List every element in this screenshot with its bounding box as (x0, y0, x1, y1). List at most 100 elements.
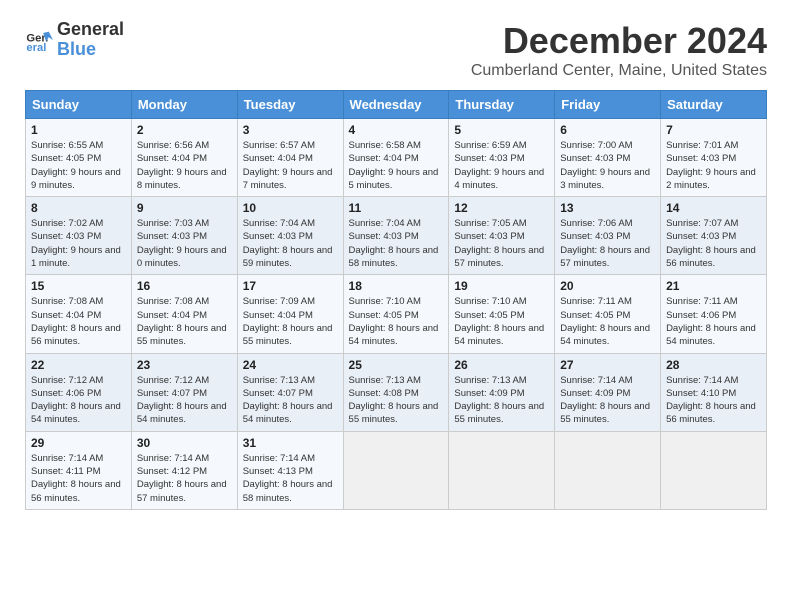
day-info: Sunrise: 7:05 AM Sunset: 4:03 PM Dayligh… (454, 217, 549, 270)
day-number: 23 (137, 358, 232, 372)
calendar-cell: 26 Sunrise: 7:13 AM Sunset: 4:09 PM Dayli… (449, 353, 555, 431)
calendar-cell: 5Sunrise: 6:59 AM Sunset: 4:03 PM Daylig… (449, 119, 555, 197)
calendar-cell: 16 Sunrise: 7:08 AM Sunset: 4:04 PM Dayli… (131, 275, 237, 353)
header-day-friday: Friday (555, 91, 661, 119)
calendar-cell: 6Sunrise: 7:00 AM Sunset: 4:03 PM Daylig… (555, 119, 661, 197)
svg-text:eral: eral (26, 42, 46, 54)
calendar-cell (449, 431, 555, 509)
week-row-2: 8 Sunrise: 7:02 AM Sunset: 4:03 PM Daylig… (26, 197, 767, 275)
week-row-3: 15Sunrise: 7:08 AM Sunset: 4:04 PM Dayli… (26, 275, 767, 353)
header-day-wednesday: Wednesday (343, 91, 449, 119)
day-info: Sunrise: 7:10 AM Sunset: 4:05 PM Dayligh… (349, 295, 444, 348)
calendar-cell (343, 431, 449, 509)
day-info: Sunrise: 7:07 AM Sunset: 4:03 PM Dayligh… (666, 217, 761, 270)
day-info: Sunrise: 7:13 AM Sunset: 4:07 PM Dayligh… (243, 374, 338, 427)
header-day-sunday: Sunday (26, 91, 132, 119)
day-number: 1 (31, 123, 126, 137)
title-section: December 2024 Cumberland Center, Maine, … (471, 20, 767, 80)
day-info: Sunrise: 7:14 AM Sunset: 4:10 PM Dayligh… (666, 374, 761, 427)
day-info: Sunrise: 7:08 AM Sunset: 4:04 PM Dayligh… (137, 295, 232, 348)
calendar-cell (661, 431, 767, 509)
day-info: Sunrise: 7:14 AM Sunset: 4:12 PM Dayligh… (137, 452, 232, 505)
day-number: 8 (31, 201, 126, 215)
day-info: Sunrise: 7:12 AM Sunset: 4:07 PM Dayligh… (137, 374, 232, 427)
day-number: 31 (243, 436, 338, 450)
day-info: Sunrise: 7:13 AM Sunset: 4:08 PM Dayligh… (349, 374, 444, 427)
day-info: Sunrise: 7:08 AM Sunset: 4:04 PM Dayligh… (31, 295, 126, 348)
day-number: 9 (137, 201, 232, 215)
calendar-header: SundayMondayTuesdayWednesdayThursdayFrid… (26, 91, 767, 119)
day-info: Sunrise: 6:56 AM Sunset: 4:04 PM Dayligh… (137, 139, 232, 192)
calendar-cell: 21 Sunrise: 7:11 AM Sunset: 4:06 PM Dayli… (661, 275, 767, 353)
calendar: SundayMondayTuesdayWednesdayThursdayFrid… (25, 90, 767, 510)
day-info: Sunrise: 6:58 AM Sunset: 4:04 PM Dayligh… (349, 139, 444, 192)
calendar-cell: 9 Sunrise: 7:03 AM Sunset: 4:03 PM Daylig… (131, 197, 237, 275)
calendar-cell: 23 Sunrise: 7:12 AM Sunset: 4:07 PM Dayli… (131, 353, 237, 431)
day-number: 28 (666, 358, 761, 372)
calendar-cell: 30 Sunrise: 7:14 AM Sunset: 4:12 PM Dayli… (131, 431, 237, 509)
header-day-tuesday: Tuesday (237, 91, 343, 119)
calendar-cell: 25 Sunrise: 7:13 AM Sunset: 4:08 PM Dayli… (343, 353, 449, 431)
day-number: 11 (349, 201, 444, 215)
calendar-cell: 10 Sunrise: 7:04 AM Sunset: 4:03 PM Dayli… (237, 197, 343, 275)
calendar-cell: 22 Sunrise: 7:12 AM Sunset: 4:06 PM Dayli… (26, 353, 132, 431)
main-title: December 2024 (471, 20, 767, 62)
calendar-cell: 7Sunrise: 7:01 AM Sunset: 4:03 PM Daylig… (661, 119, 767, 197)
calendar-cell: 3Sunrise: 6:57 AM Sunset: 4:04 PM Daylig… (237, 119, 343, 197)
day-number: 18 (349, 279, 444, 293)
calendar-cell: 17 Sunrise: 7:09 AM Sunset: 4:04 PM Dayli… (237, 275, 343, 353)
calendar-cell: 29Sunrise: 7:14 AM Sunset: 4:11 PM Dayli… (26, 431, 132, 509)
calendar-cell: 11 Sunrise: 7:04 AM Sunset: 4:03 PM Dayli… (343, 197, 449, 275)
day-info: Sunrise: 7:09 AM Sunset: 4:04 PM Dayligh… (243, 295, 338, 348)
week-row-1: 1 Sunrise: 6:55 AM Sunset: 4:05 PM Daylig… (26, 119, 767, 197)
day-info: Sunrise: 7:06 AM Sunset: 4:03 PM Dayligh… (560, 217, 655, 270)
header-day-thursday: Thursday (449, 91, 555, 119)
day-number: 22 (31, 358, 126, 372)
day-number: 16 (137, 279, 232, 293)
calendar-cell: 4 Sunrise: 6:58 AM Sunset: 4:04 PM Daylig… (343, 119, 449, 197)
calendar-cell: 19Sunrise: 7:10 AM Sunset: 4:05 PM Dayli… (449, 275, 555, 353)
day-number: 21 (666, 279, 761, 293)
day-number: 30 (137, 436, 232, 450)
day-number: 17 (243, 279, 338, 293)
day-info: Sunrise: 7:04 AM Sunset: 4:03 PM Dayligh… (243, 217, 338, 270)
day-info: Sunrise: 7:10 AM Sunset: 4:05 PM Dayligh… (454, 295, 549, 348)
day-info: Sunrise: 7:11 AM Sunset: 4:05 PM Dayligh… (560, 295, 655, 348)
calendar-cell: 27Sunrise: 7:14 AM Sunset: 4:09 PM Dayli… (555, 353, 661, 431)
calendar-cell: 13Sunrise: 7:06 AM Sunset: 4:03 PM Dayli… (555, 197, 661, 275)
calendar-cell: 31 Sunrise: 7:14 AM Sunset: 4:13 PM Dayli… (237, 431, 343, 509)
day-number: 4 (349, 123, 444, 137)
day-info: Sunrise: 7:11 AM Sunset: 4:06 PM Dayligh… (666, 295, 761, 348)
day-info: Sunrise: 7:14 AM Sunset: 4:13 PM Dayligh… (243, 452, 338, 505)
day-info: Sunrise: 6:57 AM Sunset: 4:04 PM Dayligh… (243, 139, 338, 192)
day-number: 2 (137, 123, 232, 137)
day-number: 20 (560, 279, 655, 293)
calendar-cell: 1 Sunrise: 6:55 AM Sunset: 4:05 PM Daylig… (26, 119, 132, 197)
day-info: Sunrise: 7:02 AM Sunset: 4:03 PM Dayligh… (31, 217, 126, 270)
calendar-cell: 2 Sunrise: 6:56 AM Sunset: 4:04 PM Daylig… (131, 119, 237, 197)
calendar-cell: 18 Sunrise: 7:10 AM Sunset: 4:05 PM Dayli… (343, 275, 449, 353)
subtitle: Cumberland Center, Maine, United States (471, 62, 767, 80)
day-number: 29 (31, 436, 126, 450)
day-info: Sunrise: 7:12 AM Sunset: 4:06 PM Dayligh… (31, 374, 126, 427)
day-info: Sunrise: 7:04 AM Sunset: 4:03 PM Dayligh… (349, 217, 444, 270)
week-row-5: 29Sunrise: 7:14 AM Sunset: 4:11 PM Dayli… (26, 431, 767, 509)
day-number: 7 (666, 123, 761, 137)
header-day-monday: Monday (131, 91, 237, 119)
page-header: Gen eral General Blue December 2024 Cumb… (25, 20, 767, 80)
day-number: 27 (560, 358, 655, 372)
calendar-cell: 15Sunrise: 7:08 AM Sunset: 4:04 PM Dayli… (26, 275, 132, 353)
day-info: Sunrise: 6:59 AM Sunset: 4:03 PM Dayligh… (454, 139, 549, 192)
day-number: 26 (454, 358, 549, 372)
day-number: 25 (349, 358, 444, 372)
day-number: 10 (243, 201, 338, 215)
calendar-cell (555, 431, 661, 509)
day-number: 14 (666, 201, 761, 215)
day-number: 24 (243, 358, 338, 372)
day-info: Sunrise: 6:55 AM Sunset: 4:05 PM Dayligh… (31, 139, 126, 192)
calendar-cell: 12Sunrise: 7:05 AM Sunset: 4:03 PM Dayli… (449, 197, 555, 275)
day-info: Sunrise: 7:00 AM Sunset: 4:03 PM Dayligh… (560, 139, 655, 192)
calendar-cell: 28 Sunrise: 7:14 AM Sunset: 4:10 PM Dayli… (661, 353, 767, 431)
day-info: Sunrise: 7:13 AM Sunset: 4:09 PM Dayligh… (454, 374, 549, 427)
day-info: Sunrise: 7:03 AM Sunset: 4:03 PM Dayligh… (137, 217, 232, 270)
